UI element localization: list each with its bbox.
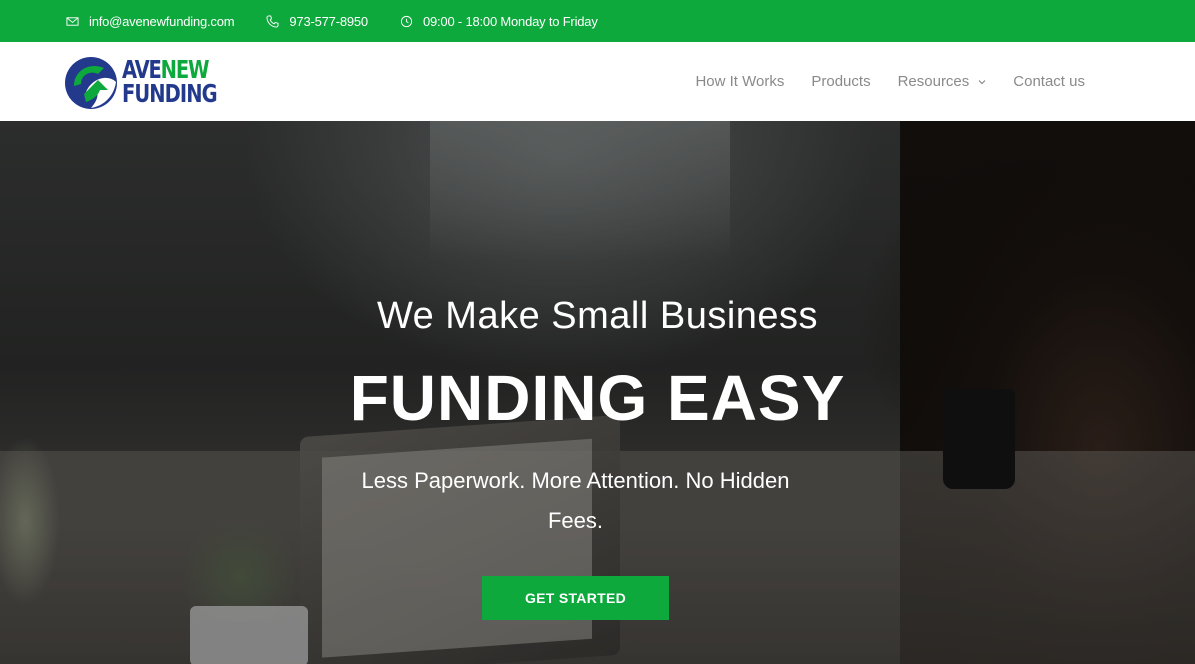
hero-title: FUNDING EASY: [349, 362, 846, 434]
hours-info: 09:00 - 18:00 Monday to Friday: [400, 14, 598, 29]
nav-products[interactable]: Products: [811, 73, 870, 90]
chevron-down-icon: [978, 79, 986, 84]
nav-resources-label: Resources: [897, 73, 970, 90]
nav-resources[interactable]: Resources: [898, 73, 987, 90]
site-header: AVENEW FUNDING How It Works Products Res…: [0, 42, 1195, 121]
logo-wordmark: AVENEW FUNDING: [122, 57, 243, 108]
clock-icon: [400, 15, 413, 27]
hero-subtitle: We Make Small Business: [376, 295, 819, 337]
hero-content: We Make Small Business FUNDING EASY Less…: [0, 121, 1195, 664]
get-started-button[interactable]: GET STARTED: [482, 576, 669, 620]
nav-how-it-works[interactable]: How It Works: [695, 73, 784, 90]
avenew-funding-logo[interactable]: AVENEW FUNDING: [64, 56, 226, 110]
email-text[interactable]: info@avenewfunding.com: [89, 14, 235, 29]
top-contact-bar: info@avenewfunding.com 973-577-8950 09:0…: [0, 0, 1195, 42]
envelope-icon: [66, 16, 79, 26]
hero-tagline: Less Paperwork. More Attention. No Hidde…: [361, 468, 790, 533]
hours-text: 09:00 - 18:00 Monday to Friday: [422, 13, 598, 29]
logo-mark-icon: [65, 57, 117, 109]
phone-contact[interactable]: 973-577-8950: [266, 14, 368, 29]
email-contact[interactable]: info@avenewfunding.com: [66, 14, 235, 29]
hero-section: We Make Small Business FUNDING EASY Less…: [0, 121, 1195, 664]
logo-text-funding: FUNDING: [122, 79, 218, 108]
phone-text[interactable]: 973-577-8950: [289, 14, 368, 29]
main-navigation: How It Works Products Resources Contact …: [668, 42, 1085, 121]
phone-icon: [266, 14, 279, 28]
nav-contact-us[interactable]: Contact us: [1013, 73, 1085, 90]
